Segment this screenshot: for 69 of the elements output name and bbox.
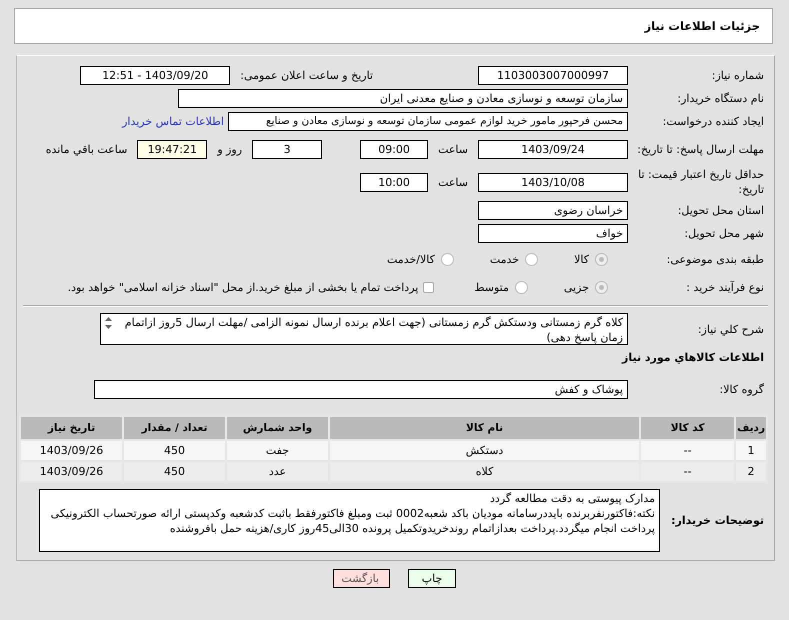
days-field[interactable]: 3 <box>252 140 322 158</box>
table-cell: جفت <box>226 440 329 461</box>
field-label: تاریخ و ساعت اعلان عمومی: <box>239 69 374 82</box>
table-cell: 1403/09/26 <box>20 440 123 461</box>
radio-label: متوسط <box>474 280 509 294</box>
time-field[interactable]: 10:00 <box>360 172 428 192</box>
column-header: کد کالا <box>640 416 736 440</box>
print-button[interactable]: چاپ <box>408 569 456 588</box>
field-label: ایجاد کننده درخواست: <box>662 114 764 129</box>
table-cell: -- <box>640 461 736 482</box>
field-label: شماره نیاز: <box>712 68 764 83</box>
table-cell: کلاه <box>329 461 640 482</box>
radio-button[interactable] <box>595 280 608 294</box>
notes-text: مدارک پیوستی به دقت مطالعه گردد <box>489 491 655 506</box>
table-cell: 450 <box>123 440 226 461</box>
scroll-arrows-icon[interactable] <box>104 316 113 330</box>
date-field[interactable]: 1403/10/08 <box>478 172 628 192</box>
radio-button[interactable] <box>514 280 528 294</box>
column-header: ردیف <box>735 416 767 440</box>
table-cell: دستکش <box>329 440 640 461</box>
column-header: تعداد / مقدار <box>123 416 226 440</box>
table-cell: 1 <box>735 440 767 461</box>
item-group-field[interactable]: پوشاک و کفش <box>94 380 628 399</box>
table-cell: 1403/09/26 <box>20 461 123 482</box>
table-cell: 450 <box>123 461 226 482</box>
radio-label: کالا <box>574 252 589 266</box>
field-label: ساعت <box>437 176 469 188</box>
radio-button[interactable] <box>595 252 608 266</box>
checkbox[interactable] <box>423 282 434 292</box>
back-button[interactable]: بازگشت <box>333 569 390 588</box>
radio-label: جزیی <box>564 280 589 294</box>
buyer-contact-link[interactable]: اطلاعات تماس خریدار <box>122 115 228 128</box>
field-label: روز و <box>216 142 244 156</box>
field-label: گروه کالا: <box>720 382 764 397</box>
section-heading: اطلاعات کالاهاي مورد نیاز <box>620 350 765 366</box>
description-text: کلاه گرم زمستانی ودستکش گرم زمستانی (جهت اعلام برنده ارسال نمونه الزامی /مهلت ارسال 5روز ازاتمام زمان پاسخ دهی) <box>124 315 624 344</box>
remaining-time-field[interactable]: 19:47:21 <box>137 140 208 158</box>
field-label: طبقه بندی موضوعی: <box>666 252 764 266</box>
requester-field[interactable]: محسن فرحپور مامور خرید لوازم عمومی سازمان توسعه و نوسازی معادن و صنایع <box>228 112 628 131</box>
field-label: توضیحات خریدار: <box>671 513 764 528</box>
radio-button[interactable] <box>440 252 454 266</box>
field-label: مهلت ارسال پاسخ: تا تاریخ: <box>637 142 764 156</box>
buyer-org-field[interactable]: سازمان توسعه و نوسازی معادن و صنایع معدنی ایران <box>178 89 628 108</box>
field-label: نوع فرآیند خرید : <box>686 280 764 294</box>
table-cell: -- <box>640 440 736 461</box>
radio-label: کالا/خدمت <box>387 252 435 266</box>
field-label: ساعت <box>437 142 469 156</box>
column-header: واحد شمارش <box>226 416 329 440</box>
field-label: شهر محل تحویل: <box>684 226 764 241</box>
field-label: استان محل تحویل: <box>678 203 764 218</box>
page-title: جزئیات اطلاعات نیاز <box>644 19 760 33</box>
time-field[interactable]: 09:00 <box>360 140 428 158</box>
field-label: ساعت باقي مانده <box>44 142 128 156</box>
column-header: تاریخ نیاز <box>20 416 123 440</box>
checkbox-label: پرداخت تمام یا بخشی از مبلغ خرید.از محل "اسناد خزانه اسلامی" خواهد بود. <box>68 280 418 294</box>
field-label: شرح کلي نیاز: <box>698 322 764 336</box>
field-label: حداقل تاریخ اعتبار قیمت: تا تاریخ: <box>637 167 764 197</box>
date-field[interactable]: 1403/09/24 <box>478 140 628 158</box>
need-number-field[interactable]: 1103003007000997 <box>478 66 628 85</box>
province-field[interactable]: خراسان رضوی <box>478 201 628 220</box>
column-header: نام کالا <box>329 416 640 440</box>
notes-text: نکته:فاکتورنفربرنده بایددرسامانه مودیان باکد شعبه0002 ثبت ومبلغ فاکتورفقط باثبت کدشعبه وکدپستی ارائه صورتحساب الکترونیکی پرداخت انجام میگردد.پرداخت بعداز‌اتمام روندخریدوتکمیل پرونده 30الی45روز کاری/هزینه حمل بافروشنده <box>50 506 655 536</box>
field-label: نام دستگاه خریدار: <box>677 91 764 106</box>
announce-date-field[interactable]: 1403/09/20 - 12:51 <box>80 66 230 85</box>
city-field[interactable]: خواف <box>478 224 628 243</box>
table-cell: 2 <box>735 461 767 482</box>
radio-button[interactable] <box>525 252 538 266</box>
table-cell: عدد <box>226 461 329 482</box>
radio-label: خدمت <box>490 252 520 266</box>
